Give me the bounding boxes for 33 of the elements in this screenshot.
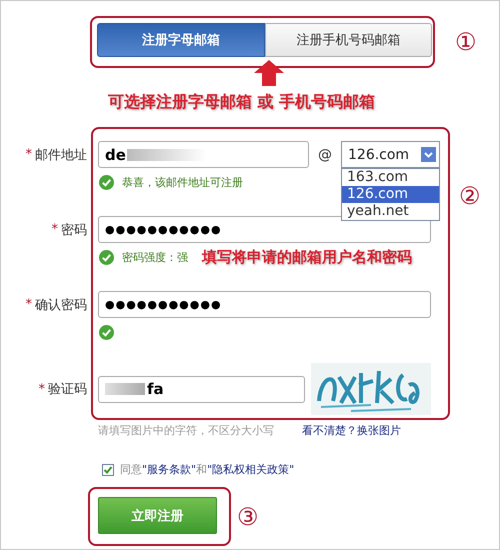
- agree-text: 和: [196, 462, 208, 477]
- required-mark: *: [26, 297, 32, 312]
- password-field[interactable]: ●●●●●●●●●●●: [98, 291, 431, 318]
- dropdown-option[interactable]: 163.com: [342, 169, 439, 186]
- required-mark: *: [38, 382, 45, 396]
- step-marker: ①: [455, 30, 477, 54]
- required-mark: *: [52, 222, 58, 237]
- step-marker: ②: [459, 184, 482, 208]
- captcha-field[interactable]: fa: [98, 376, 305, 402]
- tab[interactable]: 注册手机号码邮箱: [265, 23, 432, 57]
- up-arrow-icon: [254, 60, 284, 86]
- domain-dropdown[interactable]: 126.com: [341, 141, 440, 168]
- field-label: 邮件地址: [35, 146, 87, 164]
- field-label: 密码: [61, 222, 87, 238]
- tab[interactable]: 注册字母邮箱: [97, 23, 265, 57]
- annotation-text: 可选择注册字母邮箱 或 手机号码邮箱: [108, 92, 376, 113]
- redaction-blur: [105, 383, 145, 395]
- agree-checkbox[interactable]: [102, 464, 114, 476]
- terms-link[interactable]: "服务条款": [142, 462, 196, 477]
- at-sign: @: [318, 146, 332, 162]
- status-message: 密码强度：强: [122, 250, 188, 264]
- step-marker: ③: [237, 504, 259, 528]
- captcha-hint: 请填写图片中的字符，不区分大小写: [98, 423, 274, 438]
- status-message: 恭喜，该邮件地址可注册: [122, 174, 243, 190]
- privacy-link[interactable]: "隐私权相关政策": [207, 462, 294, 477]
- annotation-text: 填写将申请的邮箱用户名和密码: [202, 248, 412, 266]
- agree-text: 同意: [120, 462, 142, 477]
- required-mark: *: [26, 147, 32, 162]
- field-label: 确认密码: [35, 296, 87, 314]
- dropdown-option[interactable]: 126.com: [342, 186, 439, 203]
- field-label: 验证码: [48, 381, 87, 398]
- email-field[interactable]: de: [98, 141, 309, 168]
- refresh-captcha-link[interactable]: 看不清楚？换张图片: [302, 423, 401, 438]
